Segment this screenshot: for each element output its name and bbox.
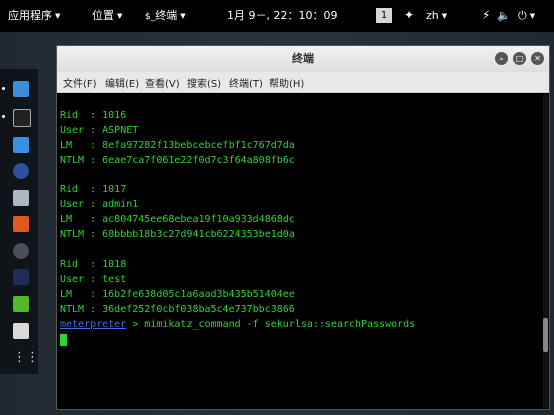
language-menu[interactable]: zh ▼ xyxy=(426,9,447,23)
places-menu-label: 位置 xyxy=(92,9,114,22)
chevron-down-icon: ▼ xyxy=(529,12,536,20)
power-icon: ⏻ xyxy=(518,9,527,22)
files-icon[interactable] xyxy=(13,137,29,153)
chevron-down-icon: ▼ xyxy=(117,12,123,20)
chevron-down-icon: ▼ xyxy=(55,12,61,20)
user-icon[interactable]: ✦ xyxy=(404,8,414,22)
menu-search[interactable]: 搜索(S) xyxy=(187,75,221,90)
output-line: NTLM : 36def252f0cbf038ba5c4e737bbc3866 xyxy=(60,304,295,315)
close-button[interactable]: ✕ xyxy=(531,52,544,65)
applications-menu-label: 应用程序 xyxy=(8,9,52,22)
dock: ⋮⋮ xyxy=(0,69,39,374)
output-line: LM : ac804745ee68ebea19f10a933d4868dc xyxy=(60,214,295,225)
command-line: meterpreter > mimikatz_command -f sekurl… xyxy=(60,318,415,331)
running-indicator xyxy=(2,115,5,118)
terminal-app-icon[interactable] xyxy=(13,109,31,127)
burpsuite-icon[interactable] xyxy=(13,216,29,232)
output-line: User : ASPNET xyxy=(60,125,139,136)
menu-edit[interactable]: 编辑(E) xyxy=(105,75,139,90)
volume-icon[interactable]: 🔈 xyxy=(497,9,511,23)
places-menu[interactable]: 位置 ▼ xyxy=(92,9,122,23)
output-line: Rid : 1018 xyxy=(60,259,127,270)
power-menu[interactable]: ⏻ ▼ xyxy=(518,9,535,23)
show-applications-icon[interactable]: ⋮⋮ xyxy=(13,350,39,366)
output-line: User : admin1 xyxy=(60,199,139,210)
chevron-down-icon: ▼ xyxy=(180,12,186,20)
output-line: LM : 8efa97282f13bebcebcefbf1c767d7da xyxy=(60,140,295,151)
output-line: NTLM : 6eae7ca7f061e22f0d7c3f64a808fb6c xyxy=(60,155,295,166)
maltego-icon[interactable] xyxy=(13,269,29,285)
menu-file[interactable]: 文件(F) xyxy=(63,75,97,90)
output-line: LM : 16b2fe638d05c1a6aad3b435b51404ee xyxy=(60,289,295,300)
terminal-icon: $_ xyxy=(145,12,156,22)
minimize-button[interactable]: – xyxy=(495,52,508,65)
text-editor-icon[interactable] xyxy=(13,296,29,312)
command-text: > mimikatz_command -f sekurlsa::searchPa… xyxy=(126,319,416,330)
prompt-label: meterpreter xyxy=(60,319,127,330)
browser-icon[interactable] xyxy=(13,81,29,97)
menu-view[interactable]: 查看(V) xyxy=(145,75,180,90)
output-line: Rid : 1017 xyxy=(60,184,127,195)
menu-help[interactable]: 帮助(H) xyxy=(269,75,304,90)
active-app-label: 终端 xyxy=(155,9,178,22)
output-line: User : test xyxy=(60,274,127,285)
chevron-down-icon: ▼ xyxy=(441,12,448,20)
metasploit-icon[interactable] xyxy=(13,163,29,179)
text-cursor xyxy=(60,334,67,346)
menu-terminal[interactable]: 终端(T) xyxy=(229,75,263,90)
armitage-icon[interactable] xyxy=(13,190,29,206)
menu-bar: 文件(F) 编辑(E) 查看(V) 搜索(S) 终端(T) 帮助(H) xyxy=(57,72,549,93)
faraday-icon[interactable] xyxy=(13,243,29,259)
network-icon[interactable]: ⚡ xyxy=(482,8,490,22)
window-titlebar[interactable]: 终端 – □ ✕ xyxy=(57,46,549,72)
active-app-menu[interactable]: $_终端 ▼ xyxy=(145,9,186,24)
output-line: Rid : 1016 xyxy=(60,110,127,121)
window-title: 终端 xyxy=(292,52,314,65)
running-indicator xyxy=(2,87,5,90)
terminal-output[interactable]: Rid : 1016 User : ASPNET LM : 8efa97282f… xyxy=(57,93,549,409)
top-panel: 应用程序 ▼ 位置 ▼ $_终端 ▼ 1月 9－, 22：10：09 1 ✦ zh ▼ … xyxy=(0,0,554,32)
scrollbar-track[interactable] xyxy=(543,94,548,408)
keyboard-icon[interactable] xyxy=(13,323,29,339)
language-label: zh xyxy=(426,9,439,22)
scrollbar-thumb[interactable] xyxy=(543,318,548,352)
applications-menu[interactable]: 应用程序 ▼ xyxy=(8,9,60,23)
maximize-button[interactable]: □ xyxy=(513,52,526,65)
terminal-window: 终端 – □ ✕ 文件(F) 编辑(E) 查看(V) 搜索(S) 终端(T) 帮… xyxy=(56,45,550,410)
output-line: NTLM : 68bbbb18b3c27d941cb6224353be1d0a xyxy=(60,229,295,240)
workspace-indicator[interactable]: 1 xyxy=(376,8,392,23)
clock[interactable]: 1月 9－, 22：10：09 xyxy=(227,9,337,23)
